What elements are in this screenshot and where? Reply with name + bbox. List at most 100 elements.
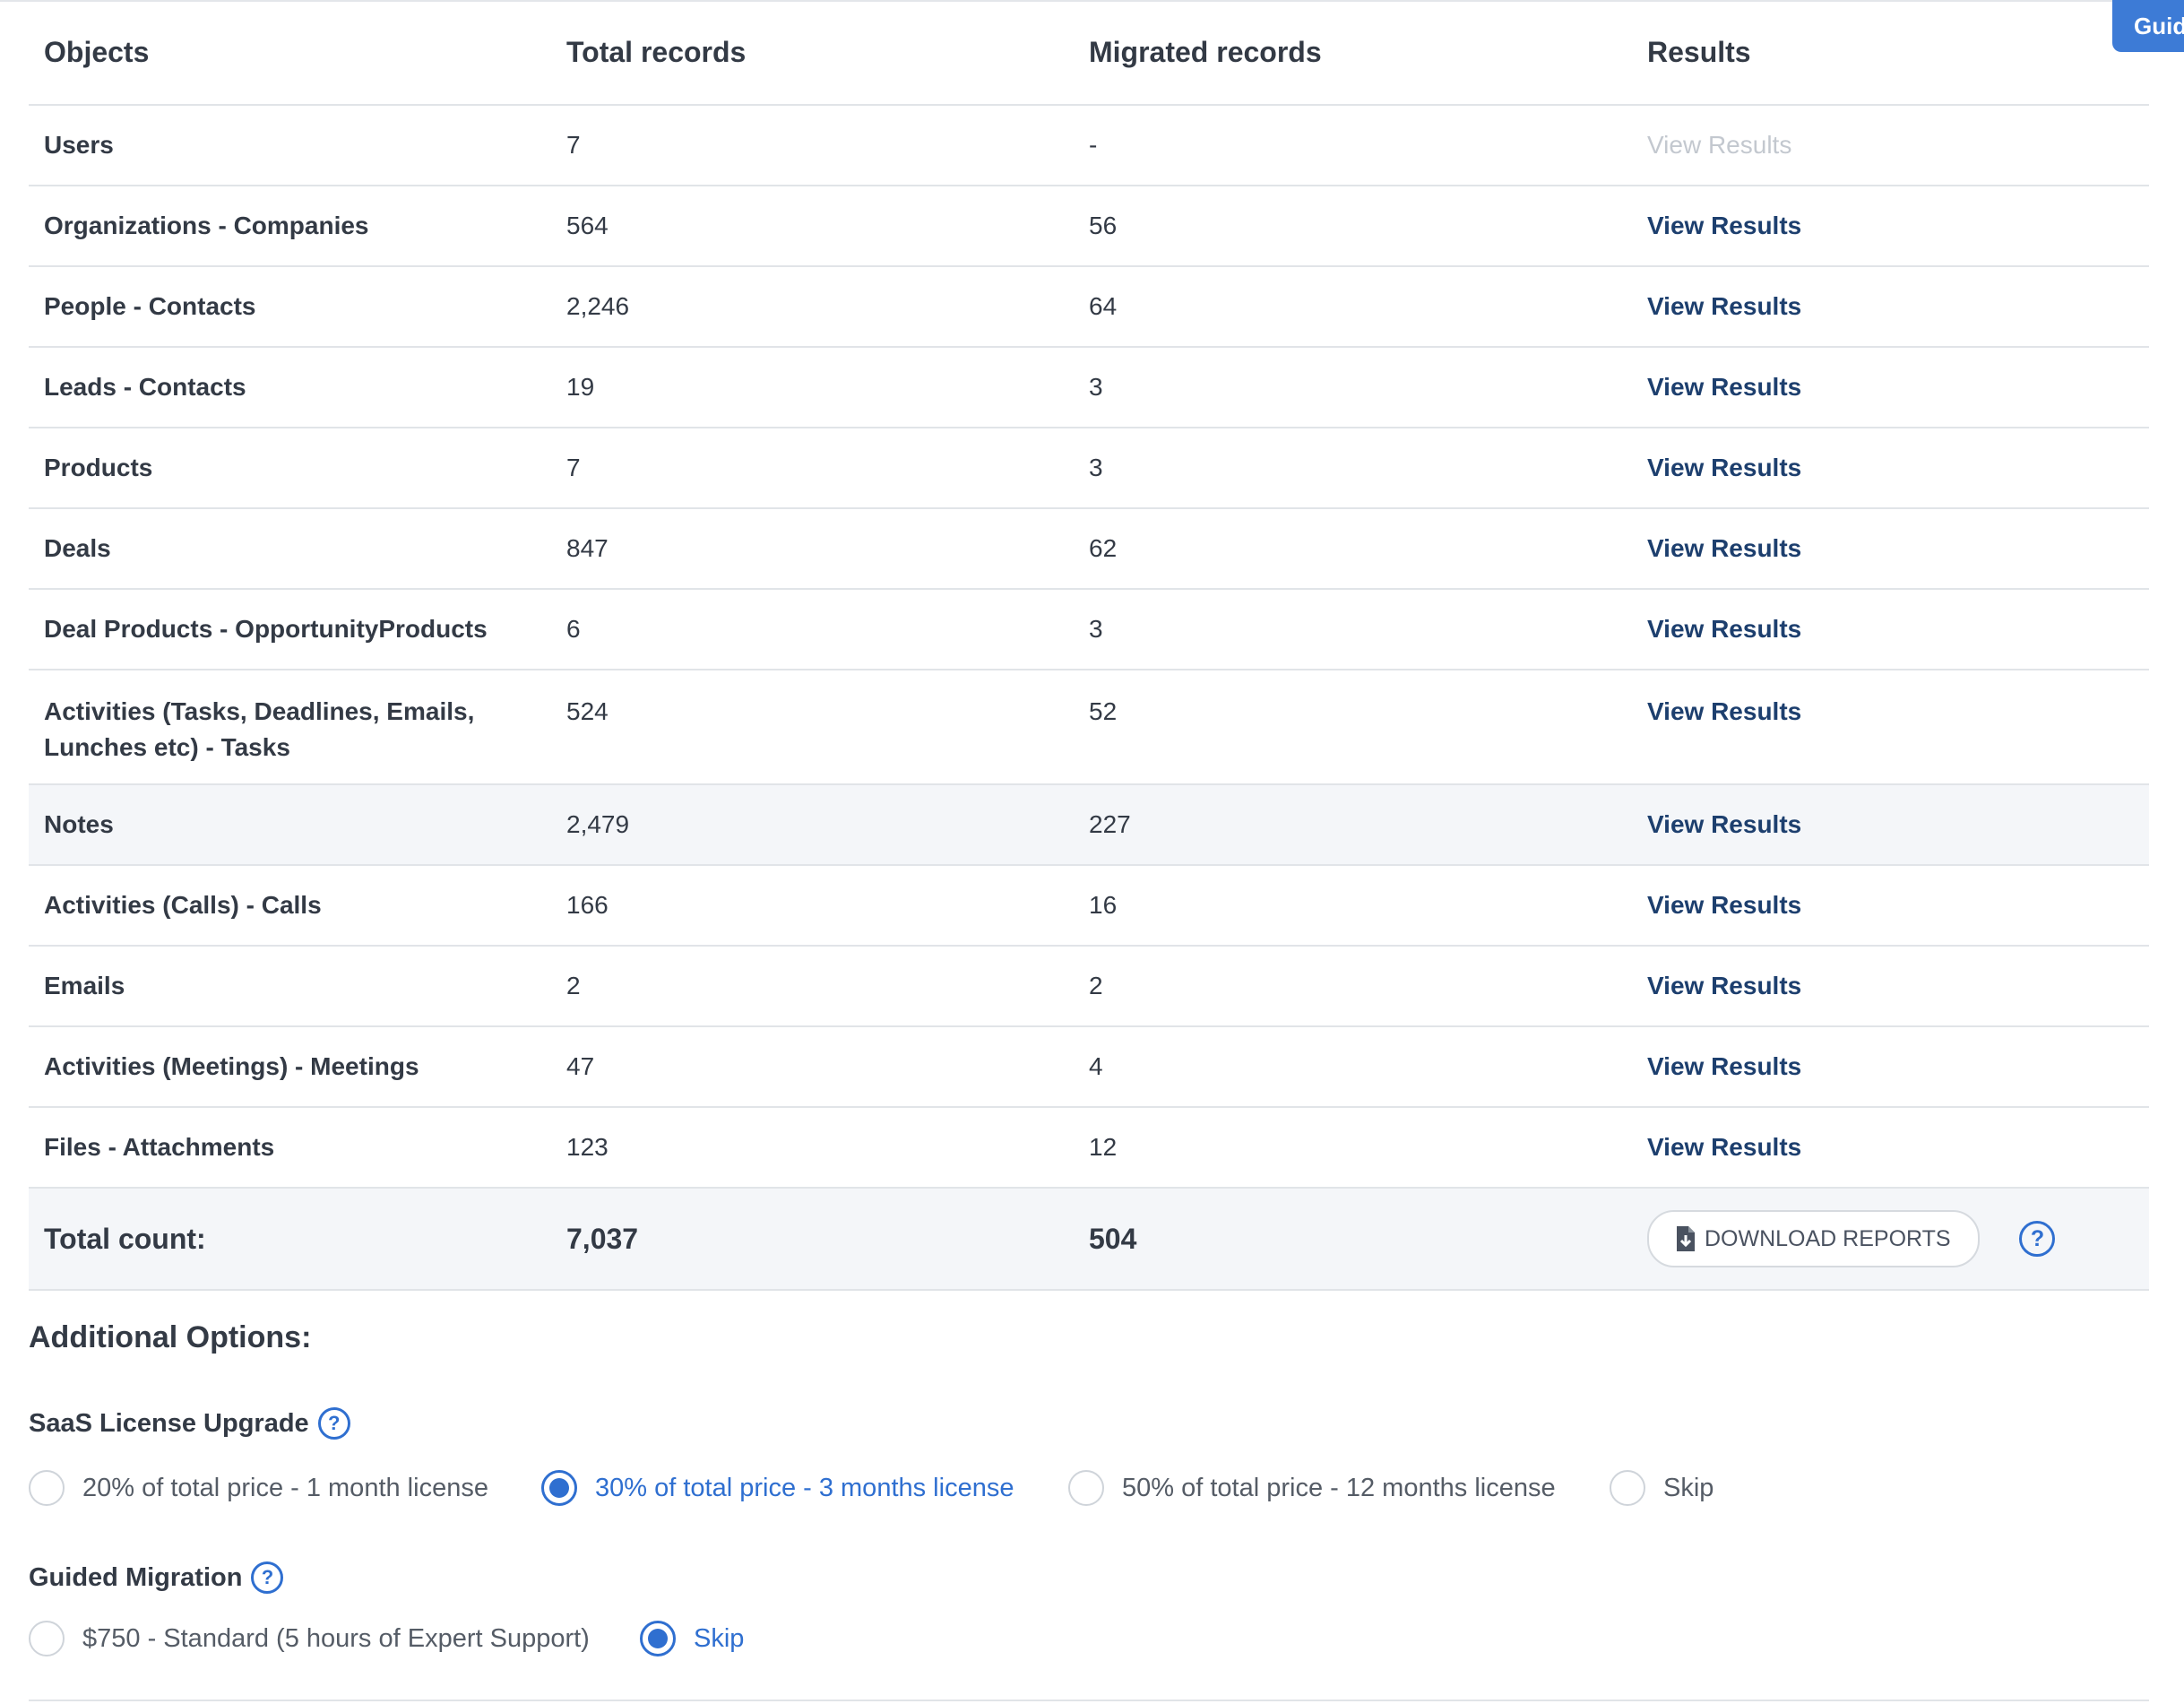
table-row: Users 7 - View Results	[29, 105, 2149, 186]
download-reports-button[interactable]: DOWNLOAD REPORTS	[1647, 1210, 1980, 1267]
view-results-link[interactable]: View Results	[1647, 891, 1801, 919]
download-reports-label: DOWNLOAD REPORTS	[1705, 1225, 1951, 1251]
file-download-icon	[1677, 1226, 1695, 1251]
radio-label: 30% of total price - 3 months license	[595, 1473, 1014, 1502]
object-name: Organizations - Companies	[29, 186, 551, 267]
saas-license-upgrade-label: SaaS License Upgrade	[29, 1408, 309, 1438]
migrated-records: -	[1074, 105, 1632, 186]
table-row: Leads - Contacts 19 3 View Results	[29, 347, 2149, 428]
question-circle-icon[interactable]: ?	[251, 1561, 284, 1594]
header-migrated-records: Migrated records	[1074, 0, 1632, 106]
view-results-link[interactable]: View Results	[1647, 810, 1801, 838]
question-circle-icon[interactable]: ?	[2019, 1221, 2056, 1257]
view-results-link: View Results	[1647, 131, 1792, 159]
view-results-link[interactable]: View Results	[1647, 972, 1801, 999]
view-results-link[interactable]: View Results	[1647, 697, 1801, 725]
object-name: Files - Attachments	[29, 1107, 551, 1189]
table-row: Activities (Calls) - Calls 166 16 View R…	[29, 865, 2149, 947]
total-records: 847	[551, 508, 1074, 590]
radio-label: $750 - Standard (5 hours of Expert Suppo…	[82, 1623, 590, 1653]
view-results-link[interactable]: View Results	[1647, 534, 1801, 562]
migrated-records: 16	[1074, 865, 1632, 947]
table-row: People - Contacts 2,246 64 View Results	[29, 266, 2149, 348]
view-results-link[interactable]: View Results	[1647, 1133, 1801, 1161]
saas-license-upgrade-title: SaaS License Upgrade ?	[29, 1407, 350, 1440]
table-row: Deal Products - OpportunityProducts 6 3 …	[29, 589, 2149, 670]
radio-button-selected[interactable]	[640, 1621, 676, 1656]
table-row: Organizations - Companies 564 56 View Re…	[29, 186, 2149, 267]
object-name: Deal Products - OpportunityProducts	[29, 589, 551, 670]
object-name: Products	[29, 428, 551, 509]
table-row: Notes 2,479 227 View Results	[29, 784, 2149, 866]
guided-migration-options: $750 - Standard (5 hours of Expert Suppo…	[29, 1621, 744, 1656]
total-records: 7	[551, 105, 1074, 186]
view-results-link[interactable]: View Results	[1647, 615, 1801, 643]
table-row: Deals 847 62 View Results	[29, 508, 2149, 590]
question-circle-icon[interactable]: ?	[317, 1407, 350, 1440]
total-actions: DOWNLOAD REPORTS ?	[1632, 1188, 2149, 1291]
saas-option-3-months[interactable]: 30% of total price - 3 months license	[541, 1470, 1068, 1506]
header-objects: Objects	[29, 0, 551, 106]
object-name: Leads - Contacts	[29, 347, 551, 428]
header-total-records: Total records	[551, 0, 1074, 106]
migrated-records: 52	[1074, 670, 1632, 785]
migrated-records-sum: 504	[1074, 1188, 1632, 1291]
object-name: Deals	[29, 508, 551, 590]
object-name: People - Contacts	[29, 266, 551, 348]
total-records: 6	[551, 589, 1074, 670]
guided-option-skip[interactable]: Skip	[640, 1621, 744, 1656]
migrated-records: 3	[1074, 428, 1632, 509]
total-records: 564	[551, 186, 1074, 267]
radio-button[interactable]	[29, 1621, 65, 1656]
table-header-row: Objects Total records Migrated records R…	[29, 0, 2149, 106]
total-label: Total count:	[29, 1188, 551, 1291]
migrated-records: 64	[1074, 266, 1632, 348]
object-name: Activities (Meetings) - Meetings	[29, 1026, 551, 1108]
total-records: 166	[551, 865, 1074, 947]
migrated-records: 62	[1074, 508, 1632, 590]
radio-button[interactable]	[1068, 1470, 1104, 1506]
migrated-records: 3	[1074, 589, 1632, 670]
view-results-link[interactable]: View Results	[1647, 454, 1801, 481]
view-results-link[interactable]: View Results	[1647, 212, 1801, 239]
total-records: 2	[551, 946, 1074, 1027]
guided-migration-label: Guided Migration	[29, 1562, 243, 1592]
total-records: 7	[551, 428, 1074, 509]
saas-license-options: 20% of total price - 1 month license 30%…	[29, 1470, 1714, 1506]
object-name: Emails	[29, 946, 551, 1027]
total-records: 524	[551, 670, 1074, 785]
additional-options-title: Additional Options:	[29, 1320, 312, 1354]
radio-button[interactable]	[1610, 1470, 1645, 1506]
total-records: 19	[551, 347, 1074, 428]
total-records: 47	[551, 1026, 1074, 1108]
view-results-link[interactable]: View Results	[1647, 292, 1801, 320]
object-name: Activities (Tasks, Deadlines, Emails, Lu…	[29, 670, 551, 785]
migrated-records: 12	[1074, 1107, 1632, 1189]
total-records-sum: 7,037	[551, 1188, 1074, 1291]
object-name: Notes	[29, 784, 551, 866]
saas-option-skip[interactable]: Skip	[1610, 1470, 1714, 1506]
saas-option-1-month[interactable]: 20% of total price - 1 month license	[29, 1470, 541, 1506]
header-results: Results	[1632, 0, 2149, 106]
migrated-records: 3	[1074, 347, 1632, 428]
saas-option-12-months[interactable]: 50% of total price - 12 months license	[1068, 1470, 1610, 1506]
total-records: 123	[551, 1107, 1074, 1189]
results-table: Objects Total records Migrated records R…	[29, 0, 2149, 1291]
migrated-records: 4	[1074, 1026, 1632, 1108]
radio-button[interactable]	[29, 1470, 65, 1506]
table-row: Products 7 3 View Results	[29, 428, 2149, 509]
view-results-link[interactable]: View Results	[1647, 1052, 1801, 1080]
total-row: Total count: 7,037 504 DOWNLOAD REPORTS …	[29, 1188, 2149, 1291]
migrated-records: 227	[1074, 784, 1632, 866]
total-records: 2,479	[551, 784, 1074, 866]
migrated-records: 56	[1074, 186, 1632, 267]
results-table-wrapper: Objects Total records Migrated records R…	[29, 0, 2149, 1291]
view-results-link[interactable]: View Results	[1647, 373, 1801, 401]
migrated-records: 2	[1074, 946, 1632, 1027]
object-name: Activities (Calls) - Calls	[29, 865, 551, 947]
guided-option-standard[interactable]: $750 - Standard (5 hours of Expert Suppo…	[29, 1621, 640, 1656]
radio-label: Skip	[1663, 1473, 1714, 1502]
radio-label: Skip	[694, 1623, 745, 1653]
guided-migration-title: Guided Migration ?	[29, 1561, 284, 1594]
radio-button-selected[interactable]	[541, 1470, 577, 1506]
